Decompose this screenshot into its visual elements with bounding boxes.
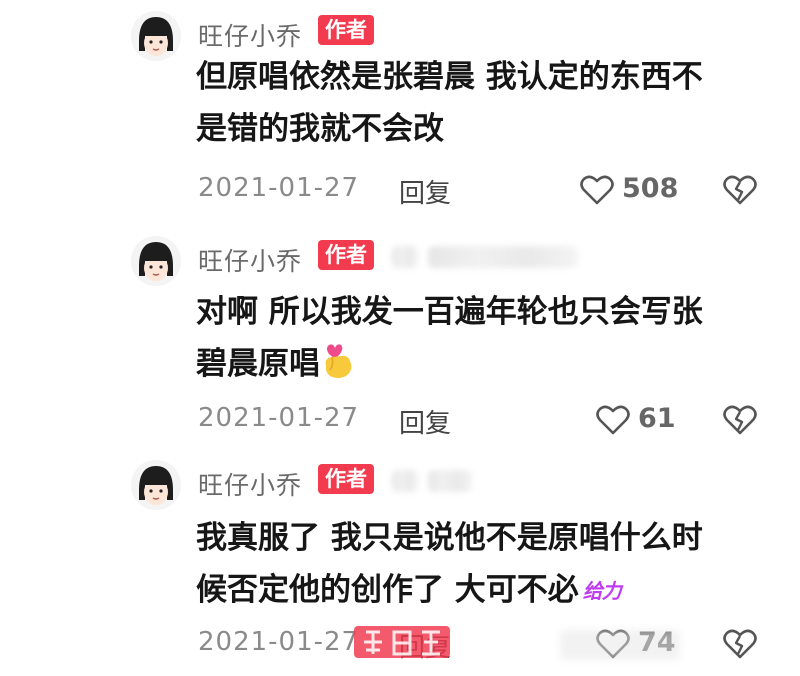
comment-meta: 2021-01-27 回复 508	[0, 171, 800, 211]
avatar-icon	[131, 236, 181, 286]
comment-date: 2021-01-27	[198, 627, 360, 657]
username[interactable]: 旺仔小乔	[198, 242, 302, 278]
like-count: 61	[638, 403, 676, 434]
avatar[interactable]	[131, 236, 181, 286]
geili-sticker: 给力	[582, 579, 622, 603]
comment-body: 但原唱依然是张碧晨 我认定的东西不 是错的我就不会改	[196, 51, 756, 155]
author-badge: 作者	[318, 240, 374, 270]
avatar[interactable]	[131, 11, 181, 61]
comment-body-line: 是错的我就不会改	[196, 111, 444, 147]
comment-body-line: 但原唱依然是张碧晨 我认定的东西不	[196, 59, 703, 95]
comment-date: 2021-01-27	[198, 173, 360, 203]
avatar[interactable]	[131, 460, 181, 510]
like-count: 508	[622, 173, 679, 204]
avatar-icon	[131, 11, 181, 61]
blurred-reply-target	[428, 246, 578, 268]
avatar-icon	[131, 460, 181, 510]
comment-body-line: 对啊 所以我发一百遍年轮也只会写张	[196, 294, 703, 330]
comment-body: 对啊 所以我发一百遍年轮也只会写张 碧晨原唱	[196, 286, 756, 390]
comment-body-line: 我真服了 我只是说他不是原唱什么时	[196, 520, 703, 556]
reply-button[interactable]: 回复	[399, 403, 451, 440]
broken-heart-icon[interactable]	[722, 174, 758, 206]
author-badge: 作者	[318, 464, 374, 494]
blurred-reply-target	[392, 246, 418, 268]
watermark-logo-icon	[354, 626, 450, 658]
heart-outline-icon	[580, 175, 614, 205]
reply-button[interactable]: 回复	[399, 173, 451, 210]
comment-body-text: 碧晨原唱	[196, 346, 320, 382]
comment-body-line: 候否定他的创作了 大可不必 给力	[196, 564, 756, 617]
comment-date: 2021-01-27	[198, 403, 360, 433]
author-badge: 作者	[318, 15, 374, 45]
heart-outline-icon	[596, 405, 630, 435]
username[interactable]: 旺仔小乔	[198, 17, 302, 53]
broken-heart-icon[interactable]	[722, 628, 758, 660]
blurred-reply-target	[428, 470, 472, 492]
blurred-reply-target	[392, 470, 418, 492]
comment-meta: 2021-01-27 回复 61	[0, 401, 800, 441]
comment-body-line: 碧晨原唱	[196, 338, 756, 390]
finger-heart-emoji-icon	[325, 344, 352, 378]
broken-heart-icon[interactable]	[722, 404, 758, 436]
comment-body-text: 候否定他的创作了 大可不必	[196, 572, 579, 608]
comment-body: 我真服了 我只是说他不是原唱什么时 候否定他的创作了 大可不必 给力	[196, 512, 756, 617]
watermark-blur	[560, 630, 680, 660]
username[interactable]: 旺仔小乔	[198, 466, 302, 502]
